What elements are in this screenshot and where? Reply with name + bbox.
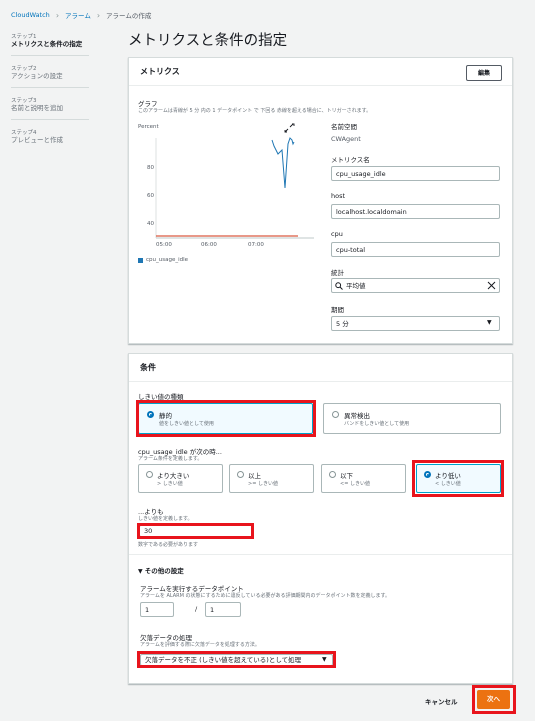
highlight-box xyxy=(136,400,316,437)
than-desc: しきい値を定義します。 xyxy=(138,516,193,522)
statistic-value: 平均値 xyxy=(346,282,366,290)
less-equal-label: 以下 xyxy=(340,472,353,480)
host-field[interactable]: localhost.localdomain xyxy=(331,204,500,219)
greater-label: より大きい xyxy=(157,472,190,480)
statistic-label: 統計 xyxy=(331,269,344,277)
period-select[interactable]: 5 分 xyxy=(331,316,500,331)
legend-label: cpu_usage_idle xyxy=(146,257,189,263)
clear-icon[interactable] xyxy=(487,281,496,290)
metrics-heading: メトリクス xyxy=(140,67,180,76)
missing-data-desc: アラームを評価する際に欠落データを処理する方法。 xyxy=(140,642,260,648)
metrics-panel: メトリクス 編集 グラフ このアラームは青線が 5 分 内の 1 データポイント… xyxy=(128,57,513,344)
conditions-panel-header: 条件 xyxy=(129,354,512,382)
period-label: 期間 xyxy=(331,306,344,314)
graph-legend: cpu_usage_idle xyxy=(138,257,188,263)
datapoints-to-alarm-input[interactable]: 1 xyxy=(140,602,174,617)
highlight-box xyxy=(137,651,336,668)
greater-equal-label: 以上 xyxy=(248,472,261,480)
datapoints-desc: アラームを ALARM の状態にするために違反している必要がある評価期間内のデー… xyxy=(140,593,390,599)
radio-greater[interactable] xyxy=(146,471,153,478)
when-desc: アラーム条件を定義します。 xyxy=(138,456,203,462)
cancel-button[interactable]: キャンセル xyxy=(425,696,458,706)
highlight-box xyxy=(472,685,516,714)
chevron-right-icon: › xyxy=(55,10,60,20)
search-icon xyxy=(335,282,343,290)
conditions-heading: 条件 xyxy=(140,363,156,372)
datapoints-separator: / xyxy=(195,605,198,613)
breadcrumb-alarms[interactable]: アラーム xyxy=(65,10,91,20)
highlight-box xyxy=(412,460,504,497)
graph-description: このアラームは青線が 5 分 内の 1 データポイント で 下回る 赤線を超える… xyxy=(138,108,372,114)
namespace-value: CWAgent xyxy=(331,135,361,143)
cpu-field[interactable]: cpu-total xyxy=(331,242,500,257)
cpu-label: cpu xyxy=(331,230,343,238)
edit-button[interactable]: 編集 xyxy=(466,65,502,81)
wizard-steps: ステップ1 メトリクスと条件の指定 ステップ2 アクションの設定 ステップ3 名… xyxy=(11,30,89,157)
namespace-label: 名前空間 xyxy=(331,123,357,131)
greater-desc: > しきい値 xyxy=(157,481,183,487)
less-equal-desc: <= しきい値 xyxy=(340,481,370,487)
evaluation-periods-input[interactable]: 1 xyxy=(205,602,241,617)
anomaly-label: 異常検出 xyxy=(344,412,370,420)
metric-name-field[interactable]: cpu_usage_idle xyxy=(331,166,500,181)
highlight-box xyxy=(137,523,254,539)
threshold-hint: 数字である必要があります xyxy=(138,542,198,548)
chevron-right-icon: › xyxy=(96,10,101,20)
metric-name-label: メトリクス名 xyxy=(331,156,370,164)
anomaly-desc: バンドをしきい値として使用 xyxy=(344,421,410,427)
condition-greater-equal[interactable]: 以上 >= しきい値 xyxy=(229,464,314,493)
series-cpu-usage-idle xyxy=(271,137,295,189)
caret-down-icon: ▼ xyxy=(487,319,492,326)
expand-icon xyxy=(284,123,295,133)
greater-equal-desc: >= しきい値 xyxy=(248,481,278,487)
step-3: ステップ3 名前と説明を追加 xyxy=(11,94,89,120)
threshold-type-anomaly[interactable]: 異常検出 バンドをしきい値として使用 xyxy=(323,403,501,434)
condition-less-equal[interactable]: 以下 <= しきい値 xyxy=(321,464,406,493)
radio-anomaly[interactable] xyxy=(332,411,339,418)
divider xyxy=(129,554,512,555)
other-settings-toggle[interactable]: ▼ その他の設定 xyxy=(138,565,184,575)
page-title: メトリクスと条件の指定 xyxy=(128,33,288,49)
step-4: ステップ4 プレビューと作成 xyxy=(11,130,63,144)
condition-greater[interactable]: より大きい > しきい値 xyxy=(138,464,223,493)
graph-plot-area xyxy=(155,123,314,239)
breadcrumb-current: アラームの作成 xyxy=(106,12,152,20)
metric-graph: Percent 80 60 40 05:00 06:00 07:00 cpu_u… xyxy=(138,120,318,270)
radio-greater-equal[interactable] xyxy=(237,471,244,478)
metrics-panel-header: メトリクス 編集 xyxy=(129,58,512,86)
statistic-field[interactable]: 平均値 xyxy=(331,278,500,293)
caret-down-icon: ▼ xyxy=(138,568,145,575)
breadcrumb: CloudWatch › アラーム › アラームの作成 xyxy=(11,10,152,21)
step-1: ステップ1 メトリクスと条件の指定 xyxy=(11,30,89,56)
radio-less-equal[interactable] xyxy=(329,471,336,478)
host-label: host xyxy=(331,192,346,200)
period-value: 5 分 xyxy=(336,320,349,328)
legend-swatch xyxy=(138,257,143,263)
step-2: ステップ2 アクションの設定 xyxy=(11,62,89,88)
breadcrumb-cloudwatch[interactable]: CloudWatch xyxy=(11,11,50,19)
